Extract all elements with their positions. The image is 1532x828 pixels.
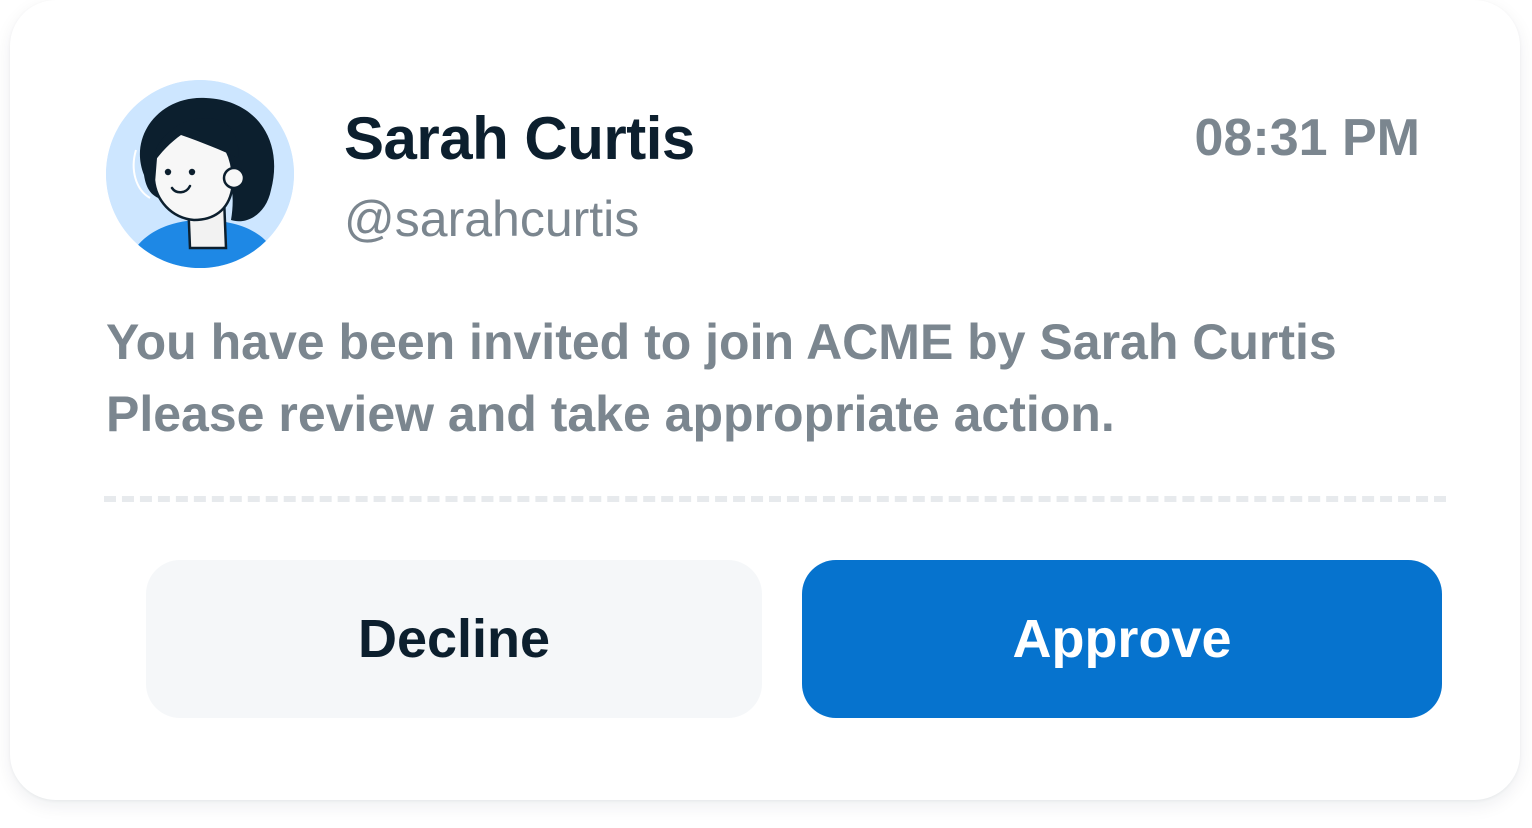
avatar	[106, 80, 294, 268]
message-line: You have been invited to join ACME by Sa…	[106, 314, 1337, 370]
message-line: Please review and take appropriate actio…	[106, 386, 1115, 442]
approve-button[interactable]: Approve	[802, 560, 1442, 718]
timestamp: 08:31 PM	[1194, 109, 1420, 167]
woman-avatar-icon	[106, 80, 294, 268]
invitation-message: You have been invited to join ACME by Sa…	[106, 306, 1446, 450]
dashed-divider	[104, 496, 1446, 502]
decline-button[interactable]: Decline	[146, 560, 762, 718]
sender-name: Sarah Curtis	[344, 105, 695, 172]
sender-handle: @sarahcurtis	[344, 191, 640, 247]
invitation-card: Sarah Curtis @sarahcurtis 08:31 PM You h…	[10, 0, 1520, 800]
